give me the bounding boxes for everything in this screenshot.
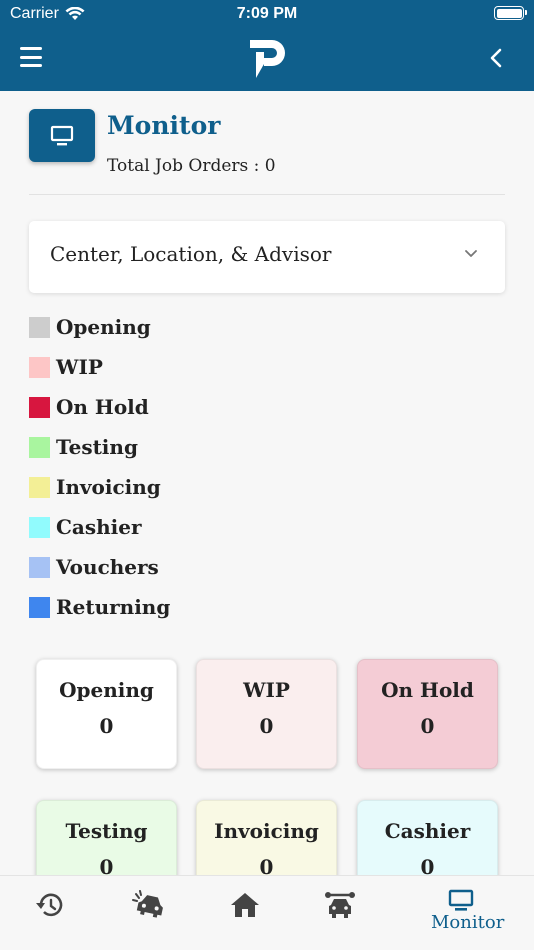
legend-item: On Hold bbox=[29, 387, 170, 427]
card-count: 0 bbox=[99, 714, 114, 738]
dropdown-label: Center, Location, & Advisor bbox=[50, 242, 332, 266]
history-icon[interactable] bbox=[33, 890, 65, 920]
status-legend: Opening WIP On Hold Testing Invoicing Cashier… bbox=[29, 307, 170, 627]
card-count: 0 bbox=[420, 714, 435, 738]
p-logo bbox=[250, 40, 285, 78]
battery-icon bbox=[494, 6, 527, 20]
legend-swatch bbox=[29, 356, 50, 378]
legend-swatch bbox=[29, 476, 50, 498]
legend-label: Returning bbox=[56, 595, 171, 619]
card-title: On Hold bbox=[381, 678, 474, 702]
legend-label: WIP bbox=[56, 355, 103, 379]
legend-swatch bbox=[29, 556, 50, 578]
car-crash-icon[interactable] bbox=[132, 890, 168, 920]
card-count: 0 bbox=[259, 714, 274, 738]
legend-label: Testing bbox=[56, 435, 138, 459]
legend-item: WIP bbox=[29, 347, 170, 387]
card-title: Testing bbox=[65, 819, 148, 843]
chevron-left-icon[interactable] bbox=[488, 48, 504, 68]
home-icon[interactable] bbox=[229, 890, 261, 920]
hamburger-icon[interactable] bbox=[20, 47, 42, 67]
legend-swatch bbox=[29, 396, 50, 418]
legend-label: Opening bbox=[56, 315, 151, 339]
card-title: Cashier bbox=[384, 819, 471, 843]
center-location-advisor-dropdown[interactable]: Center, Location, & Advisor bbox=[29, 221, 505, 293]
monitor-icon bbox=[50, 125, 74, 145]
legend-swatch bbox=[29, 316, 50, 338]
legend-item: Returning bbox=[29, 587, 170, 627]
legend-item: Testing bbox=[29, 427, 170, 467]
card-title: WIP bbox=[243, 678, 290, 702]
legend-item: Cashier bbox=[29, 507, 170, 547]
legend-swatch bbox=[29, 436, 50, 458]
legend-label: Invoicing bbox=[56, 475, 161, 499]
legend-swatch bbox=[29, 516, 50, 538]
divider bbox=[29, 194, 505, 195]
page-title: Monitor bbox=[107, 111, 221, 140]
legend-label: On Hold bbox=[56, 395, 149, 419]
app-header: Carrier 7:09 PM bbox=[0, 0, 534, 91]
monitor-tile bbox=[29, 109, 95, 162]
bottom-nav: Monitor bbox=[0, 875, 534, 950]
total-job-orders: Total Job Orders : 0 bbox=[107, 156, 276, 176]
legend-swatch bbox=[29, 596, 50, 618]
legend-item: Vouchers bbox=[29, 547, 170, 587]
status-time: 7:09 PM bbox=[236, 5, 298, 22]
legend-label: Vouchers bbox=[56, 555, 159, 579]
card-title: Invoicing bbox=[214, 819, 319, 843]
legend-label: Cashier bbox=[56, 515, 142, 539]
status-card[interactable]: WIP 0 bbox=[196, 659, 337, 769]
chevron-down-icon bbox=[465, 250, 477, 257]
status-card[interactable]: On Hold 0 bbox=[357, 659, 498, 769]
car-repair-icon[interactable] bbox=[324, 890, 356, 920]
legend-item: Invoicing bbox=[29, 467, 170, 507]
status-card[interactable]: Opening 0 bbox=[36, 659, 177, 769]
legend-item: Opening bbox=[29, 307, 170, 347]
card-title: Opening bbox=[59, 678, 154, 702]
nav-monitor-label[interactable]: Monitor bbox=[431, 912, 504, 933]
status-bar: Carrier 7:09 PM bbox=[0, 0, 534, 30]
